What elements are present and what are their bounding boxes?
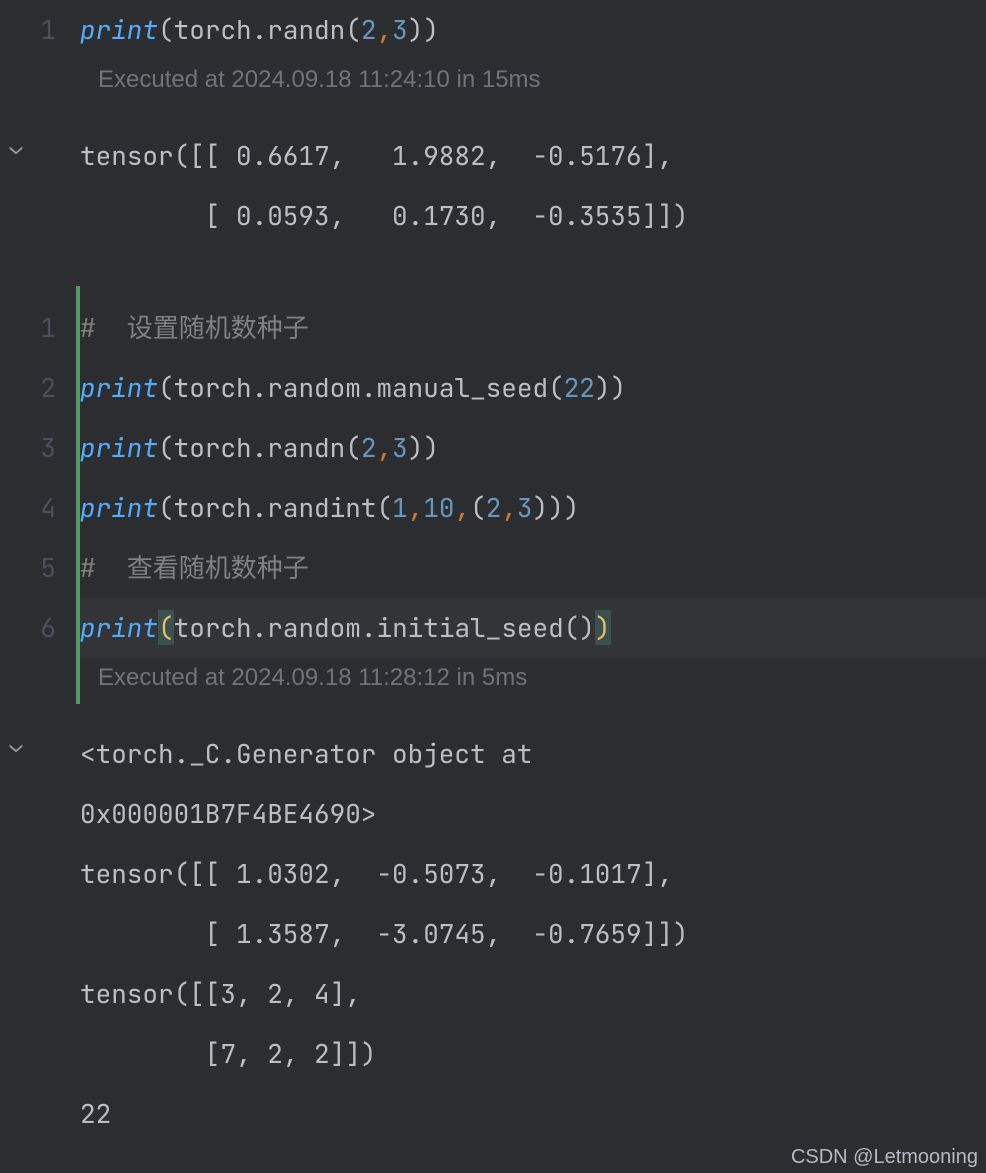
chevron-down-icon[interactable]: ⌄ — [0, 730, 32, 759]
execution-status: Executed at 2024.09.18 11:28:12 in 5ms — [80, 658, 986, 704]
code-cell-1: 1 print(torch.randn(2,3)) Executed at 20… — [0, 0, 986, 106]
execution-status: Executed at 2024.09.18 11:24:10 in 15ms — [80, 60, 986, 106]
output-text: tensor([[ 0.6617, 1.9882, -0.5176], [ 0.… — [32, 126, 986, 246]
code-line[interactable]: print(torch.randn(2,3)) — [80, 0, 986, 60]
output-text: <torch._C.Generator object at 0x000001B7… — [32, 724, 986, 1144]
line-number: 1 — [40, 0, 56, 60]
line-number: 1 — [40, 298, 56, 358]
code-area[interactable]: print(torch.randn(2,3)) Executed at 2024… — [80, 0, 986, 106]
output-gutter: ⌄ — [0, 724, 32, 1144]
code-line[interactable]: print(torch.random.initial_seed()) — [80, 598, 986, 658]
line-number: 5 — [40, 538, 56, 598]
chevron-down-icon[interactable]: ⌄ — [0, 132, 32, 161]
line-number: 6 — [40, 598, 56, 658]
output-block-1: ⌄ tensor([[ 0.6617, 1.9882, -0.5176], [ … — [0, 106, 986, 286]
line-number: 2 — [40, 358, 56, 418]
code-line[interactable]: # 设置随机数种子 — [80, 298, 986, 358]
line-number: 3 — [40, 418, 56, 478]
line-number: 4 — [40, 478, 56, 538]
code-line[interactable]: # 查看随机数种子 — [80, 538, 986, 598]
gutter: 1 2 3 4 5 6 — [0, 286, 76, 704]
output-block-2: ⌄ <torch._C.Generator object at 0x000001… — [0, 704, 986, 1154]
output-gutter: ⌄ — [0, 126, 32, 246]
gutter: 1 — [0, 0, 76, 106]
watermark: CSDN @Letmooning — [791, 1146, 978, 1169]
code-area[interactable]: # 设置随机数种子 print(torch.random.manual_seed… — [80, 286, 986, 704]
code-cell-2: 1 2 3 4 5 6 # 设置随机数种子 print(torch.random… — [0, 286, 986, 704]
code-line[interactable]: print(torch.random.manual_seed(22)) — [80, 358, 986, 418]
code-line[interactable]: print(torch.randn(2,3)) — [80, 418, 986, 478]
code-line[interactable]: print(torch.randint(1,10,(2,3))) — [80, 478, 986, 538]
